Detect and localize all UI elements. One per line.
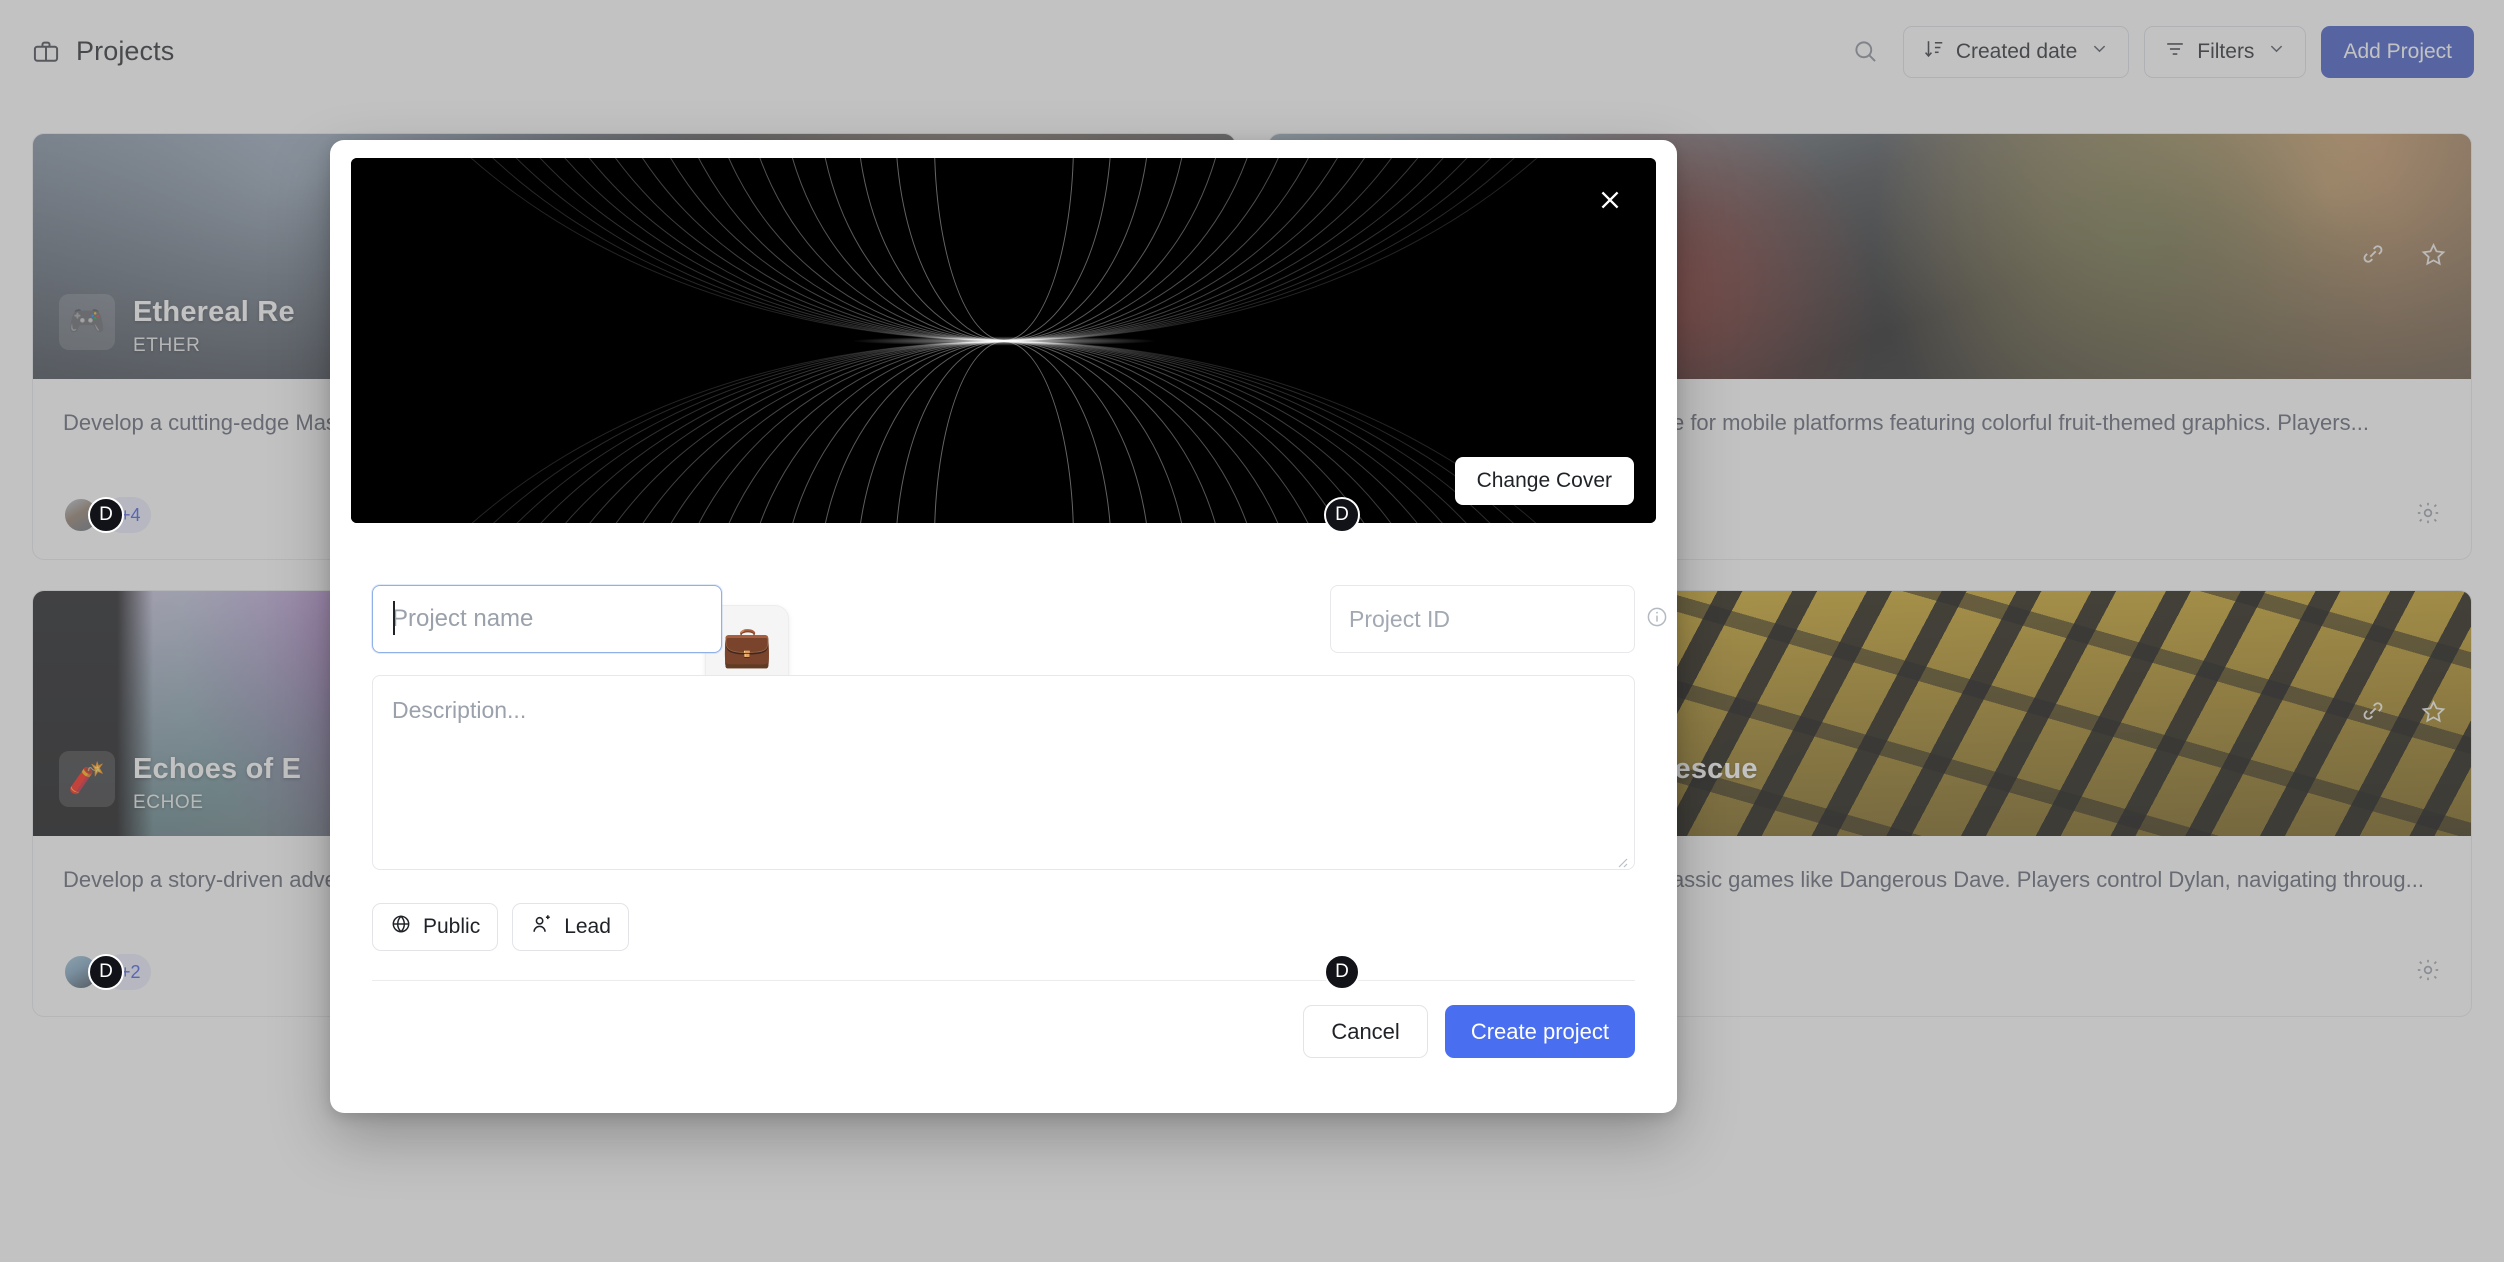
visibility-public-chip[interactable]: Public: [372, 903, 499, 951]
lead-chip-label: Lead: [564, 915, 611, 938]
modal-action-bar: Cancel Create project: [330, 981, 1677, 1058]
globe-icon: [390, 913, 412, 941]
avatar: D: [1324, 497, 1360, 533]
text-caret: [393, 601, 395, 635]
project-id-field[interactable]: [1330, 585, 1667, 653]
project-description-input[interactable]: [372, 675, 1635, 870]
lead-chip[interactable]: Lead: [512, 903, 629, 951]
description-field-wrapper: [372, 675, 1635, 875]
create-project-form: Public Lead: [330, 523, 1677, 951]
name-and-id-row: [372, 585, 1667, 653]
project-option-chips: Public Lead: [372, 903, 1635, 951]
avatar: D: [1324, 954, 1360, 990]
cancel-button[interactable]: Cancel: [1303, 1005, 1428, 1058]
modal-cover-image: Change Cover: [351, 158, 1656, 523]
change-cover-button[interactable]: Change Cover: [1454, 457, 1634, 505]
avatar: D: [88, 954, 124, 990]
create-project-modal: Change Cover 💼 Project name Project ID D…: [330, 140, 1677, 1113]
close-icon[interactable]: [1590, 180, 1630, 220]
avatar: D: [88, 497, 124, 533]
visibility-public-label: Public: [423, 915, 481, 938]
create-project-button[interactable]: Create project: [1444, 1005, 1635, 1058]
info-circle-icon[interactable]: [1645, 605, 1669, 634]
cover-streak: [351, 158, 1656, 341]
project-name-input[interactable]: [372, 585, 722, 653]
project-id-input[interactable]: [1349, 605, 1645, 633]
user-plus-icon: [530, 913, 553, 942]
